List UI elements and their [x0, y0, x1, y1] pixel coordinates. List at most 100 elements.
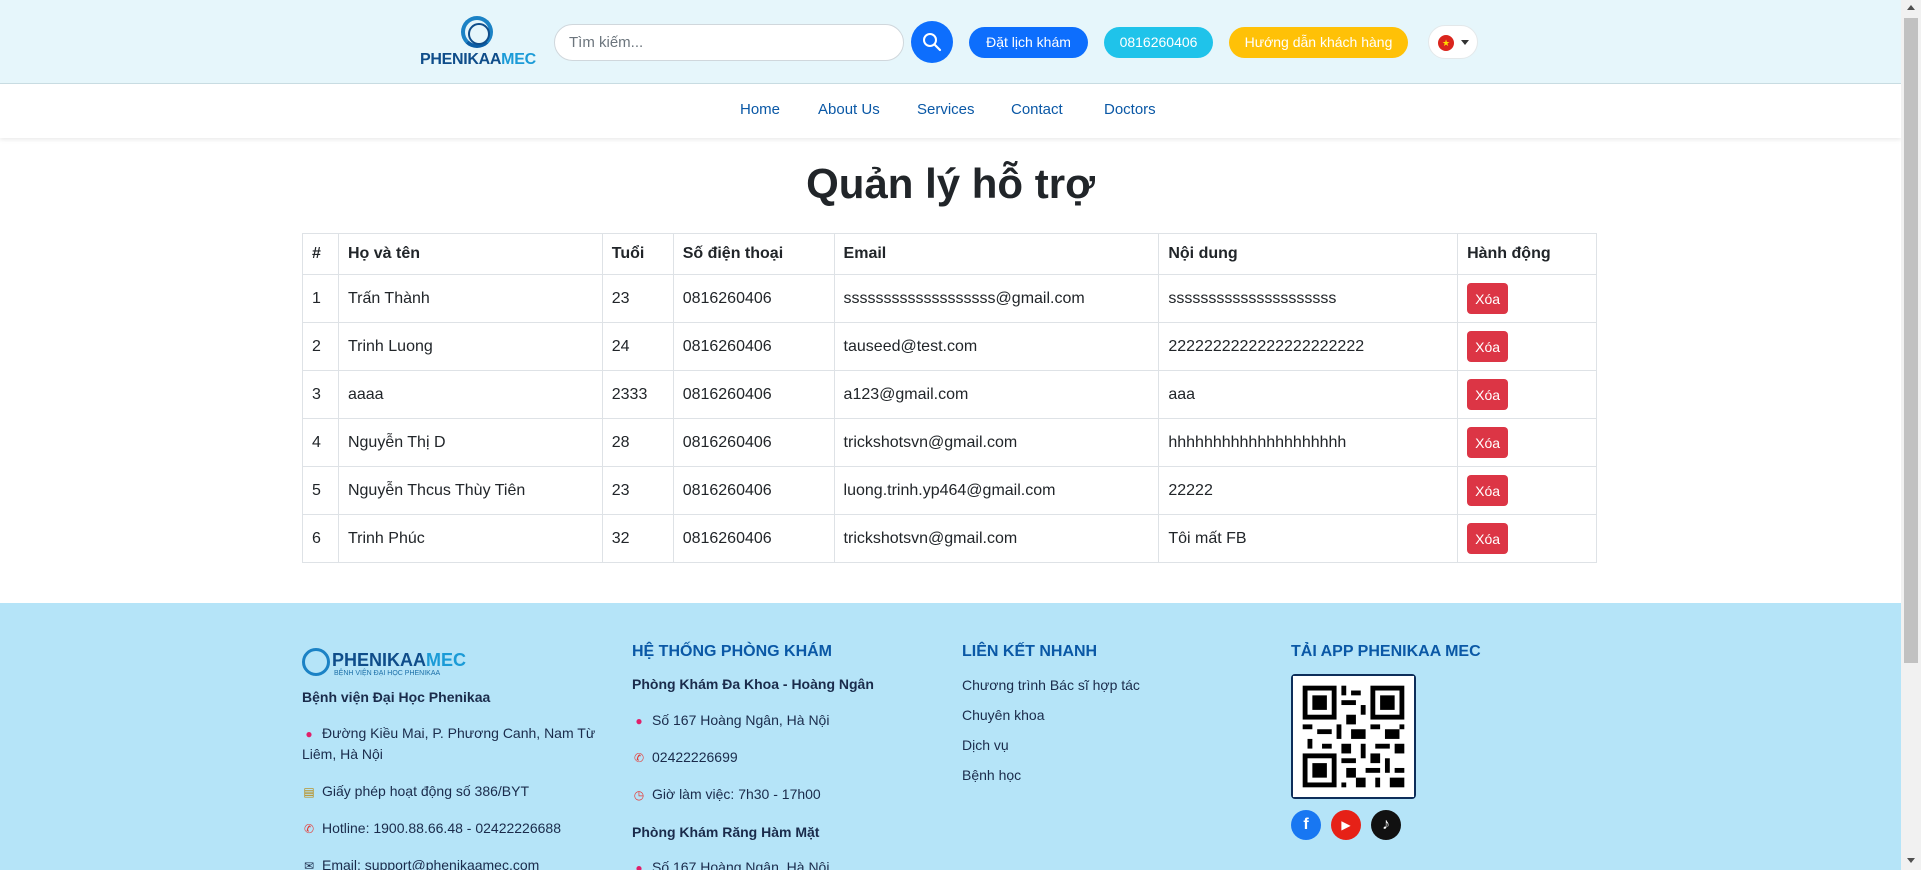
- clinic-phone: ✆ 02422226699: [632, 747, 738, 768]
- facebook-icon[interactable]: f: [1291, 810, 1321, 840]
- cell-content: 22222: [1158, 466, 1459, 515]
- download-app-heading: TẢI APP PHENIKAA MEC: [1291, 643, 1481, 660]
- book-appointment-button[interactable]: Đặt lịch khám: [969, 27, 1088, 58]
- map-pin-icon: ●: [635, 861, 643, 870]
- hospital-address: ● Đường Kiều Mai, P. Phương Canh, Nam Từ …: [302, 725, 596, 762]
- quick-link[interactable]: Chuyên khoa: [962, 707, 1045, 723]
- cell-action: Xóa: [1457, 322, 1597, 371]
- logo-text: PHENIKAAMEC: [420, 51, 536, 68]
- delete-button[interactable]: Xóa: [1467, 331, 1509, 362]
- clinic-hours: ◷ Giờ làm việc: 7h30 - 17h00: [632, 784, 821, 805]
- qr-code-icon: [1293, 676, 1414, 797]
- map-pin-icon: ●: [305, 727, 313, 741]
- phone-icon: ✆: [303, 822, 315, 836]
- license-text: ▤ Giấy phép hoạt động số 386/BYT: [302, 781, 602, 802]
- page-scrollbar[interactable]: [1901, 0, 1921, 870]
- cell-name: Trinh Phúc: [337, 514, 603, 563]
- cell-name: Nguyễn Thcus Thùy Tiên: [337, 466, 603, 515]
- table-row: 2 Trinh Luong 24 0816260406 tauseed@test…: [302, 322, 1597, 371]
- support-table: # Họ và tên Tuổi Số điện thoại Email Nội…: [302, 233, 1597, 563]
- delete-button[interactable]: Xóa: [1467, 283, 1509, 314]
- cell-index: 4: [302, 418, 339, 467]
- cell-action: Xóa: [1457, 274, 1597, 323]
- site-footer: PHENIKAAMEC BỆNH VIỆN ĐẠI HỌC PHENIKAA B…: [0, 603, 1901, 870]
- nav-home[interactable]: Home: [740, 101, 780, 118]
- nav-contact[interactable]: Contact: [1011, 101, 1063, 118]
- col-header-email: Email: [833, 233, 1160, 275]
- logo-ring-icon: [461, 16, 493, 48]
- cell-content: aaa: [1158, 370, 1459, 419]
- search-icon: [923, 33, 942, 52]
- table-header-row: # Họ và tên Tuổi Số điện thoại Email Nội…: [302, 233, 1597, 275]
- qr-code[interactable]: [1291, 674, 1416, 799]
- table-row: 4 Nguyễn Thị D 28 0816260406 trickshotsv…: [302, 418, 1597, 467]
- cell-index: 6: [302, 514, 339, 563]
- nav-about-us[interactable]: About Us: [818, 101, 880, 118]
- cell-age: 23: [601, 466, 674, 515]
- email-text: ✉ Email: support@phenikaamec.com: [302, 855, 602, 870]
- cell-index: 3: [302, 370, 339, 419]
- search-button[interactable]: [911, 21, 953, 63]
- col-header-phone: Số điện thoại: [672, 233, 835, 275]
- cell-index: 1: [302, 274, 339, 323]
- table-row: 3 aaaa 2333 0816260406 a123@gmail.com aa…: [302, 370, 1597, 419]
- language-dropdown[interactable]: ★: [1428, 25, 1478, 59]
- cell-age: 23: [601, 274, 674, 323]
- nav-doctors[interactable]: Doctors: [1104, 101, 1156, 118]
- col-header-action: Hành động: [1457, 233, 1597, 275]
- quick-links-heading: LIÊN KẾT NHANH: [962, 643, 1098, 660]
- clinic-name: Phòng Khám Đa Khoa - Hoàng Ngân: [632, 676, 874, 692]
- cell-email: trickshotsvn@gmail.com: [833, 514, 1160, 563]
- cell-content: hhhhhhhhhhhhhhhhhhhh: [1158, 418, 1459, 467]
- cell-phone: 0816260406: [672, 274, 835, 323]
- cell-email: tauseed@test.com: [833, 322, 1160, 371]
- document-icon: ▤: [303, 785, 315, 799]
- scroll-down-arrow-icon[interactable]: [1907, 858, 1915, 863]
- cell-age: 24: [601, 322, 674, 371]
- hotline-button[interactable]: 0816260406: [1104, 27, 1213, 58]
- cell-email: trickshotsvn@gmail.com: [833, 418, 1160, 467]
- col-header-content: Nội dung: [1158, 233, 1459, 275]
- scroll-up-arrow-icon[interactable]: [1907, 5, 1915, 10]
- cell-content: sssssssssssssssssssss: [1158, 274, 1459, 323]
- cell-email: sssssssssssssssssss@gmail.com: [833, 274, 1160, 323]
- cell-index: 2: [302, 322, 339, 371]
- table-row: 6 Trinh Phúc 32 0816260406 trickshotsvn@…: [302, 514, 1597, 563]
- nav-services[interactable]: Services: [917, 101, 975, 118]
- top-header: PHENIKAAMEC Đặt lịch khám 0816260406 Hướ…: [0, 0, 1901, 84]
- clinics-heading: HỆ THỐNG PHÒNG KHÁM: [632, 643, 832, 660]
- quick-link[interactable]: Chương trình Bác sĩ hợp tác: [962, 677, 1140, 693]
- scrollbar-thumb[interactable]: [1904, 18, 1918, 663]
- clinic-name: Phòng Khám Răng Hàm Mặt: [632, 824, 820, 840]
- quick-link[interactable]: Dịch vụ: [962, 737, 1009, 753]
- delete-button[interactable]: Xóa: [1467, 427, 1509, 458]
- footer-logo[interactable]: PHENIKAAMEC BỆNH VIỆN ĐẠI HỌC PHENIKAA: [302, 646, 472, 678]
- map-pin-icon: ●: [635, 714, 643, 728]
- cell-email: luong.trinh.yp464@gmail.com: [833, 466, 1160, 515]
- phenikaamec-logo[interactable]: PHENIKAAMEC: [420, 14, 538, 70]
- delete-button[interactable]: Xóa: [1467, 523, 1509, 554]
- youtube-icon[interactable]: ▶: [1331, 810, 1361, 840]
- cell-phone: 0816260406: [672, 418, 835, 467]
- cell-name: Trấn Thành: [337, 274, 603, 323]
- tiktok-icon[interactable]: ♪: [1371, 810, 1401, 840]
- clinic-address: ● Số 167 Hoàng Ngân, Hà Nội: [632, 857, 829, 870]
- customer-guide-button[interactable]: Hướng dẫn khách hàng: [1229, 27, 1408, 58]
- delete-button[interactable]: Xóa: [1467, 475, 1509, 506]
- hospital-name: Bệnh viện Đại Học Phenikaa: [302, 689, 491, 705]
- phone-icon: ✆: [633, 751, 645, 765]
- page-title: Quản lý hỗ trợ: [806, 160, 1095, 207]
- cell-name: Trinh Luong: [337, 322, 603, 371]
- delete-button[interactable]: Xóa: [1467, 379, 1509, 410]
- search-input[interactable]: [554, 24, 904, 61]
- email-icon: ✉: [303, 859, 315, 870]
- table-row: 5 Nguyễn Thcus Thùy Tiên 23 0816260406 l…: [302, 466, 1597, 515]
- col-header-name: Họ và tên: [337, 233, 603, 275]
- hotline-text: ✆ Hotline: 1900.88.66.48 - 02422226688: [302, 818, 602, 839]
- cell-age: 32: [601, 514, 674, 563]
- vietnam-flag-icon: ★: [1438, 35, 1454, 51]
- cell-name: aaaa: [337, 370, 603, 419]
- clinic-address: ● Số 167 Hoàng Ngân, Hà Nội: [632, 710, 829, 731]
- cell-phone: 0816260406: [672, 514, 835, 563]
- quick-link[interactable]: Bệnh học: [962, 767, 1021, 783]
